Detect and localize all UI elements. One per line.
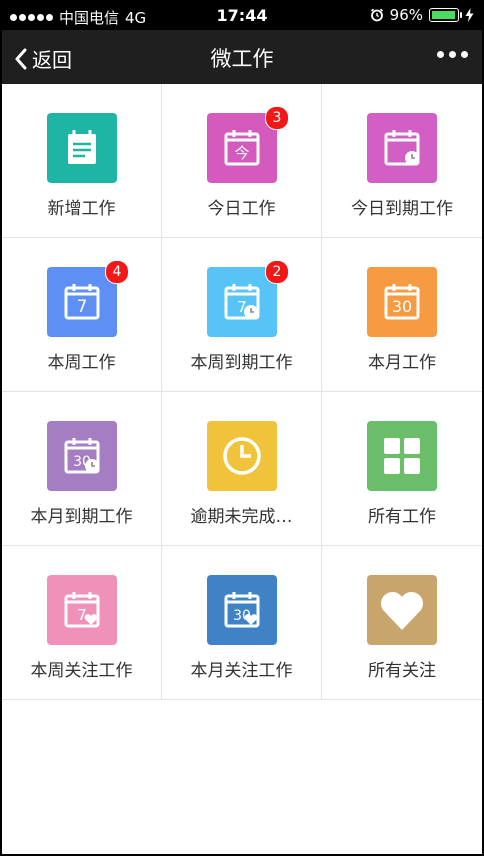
menu-item[interactable]: 30 本月关注工作: [162, 546, 322, 700]
menu-item-label: 所有关注: [368, 661, 436, 681]
notification-badge: 3: [265, 106, 289, 130]
menu-item-label: 今日工作: [207, 199, 276, 219]
notification-badge: 4: [105, 260, 129, 284]
grid-icon: [367, 421, 437, 491]
battery-icon: [429, 8, 462, 22]
menu-item-label: 新增工作: [47, 199, 116, 219]
battery-percent: 96%: [389, 6, 423, 24]
menu-grid: 新增工作今 3 今日工作 今日到期工作 7 4 本周工作 7 2 本周到期工作 30 本月工作 30 本月…: [2, 84, 482, 700]
notification-badge: 2: [265, 260, 289, 284]
menu-item-label: 本月工作: [368, 353, 436, 373]
menu-item[interactable]: 所有工作: [322, 392, 482, 546]
month-due-icon: 30: [47, 421, 117, 491]
svg-text:30: 30: [392, 297, 412, 316]
menu-item-label: 本月关注工作: [190, 661, 293, 681]
menu-item[interactable]: 30 本月工作: [322, 238, 482, 392]
page-title: 微工作: [210, 47, 274, 71]
menu-item-label: 本周到期工作: [190, 353, 293, 373]
menu-item[interactable]: 逾期未完成…: [162, 392, 322, 546]
menu-item[interactable]: 7 4 本周工作: [2, 238, 162, 392]
nav-bar: 返回 微工作: [2, 30, 482, 84]
clock-icon: [207, 421, 277, 491]
svg-text:7: 7: [77, 297, 88, 317]
alarm-icon: [370, 8, 383, 22]
menu-item[interactable]: 今 3 今日工作: [162, 84, 322, 238]
heart-icon: [367, 575, 437, 645]
svg-text:今: 今: [234, 144, 249, 162]
more-button[interactable]: [437, 51, 468, 58]
menu-item-label: 今日到期工作: [351, 199, 453, 219]
status-bar: 中国电信 4G 17:44 96%: [2, 2, 482, 30]
today-due-icon: [367, 113, 437, 183]
month-calendar-icon: 30: [367, 267, 437, 337]
menu-item-label: 本周关注工作: [30, 661, 133, 681]
menu-item[interactable]: 今日到期工作: [322, 84, 482, 238]
menu-item-label: 本周工作: [47, 353, 116, 373]
charging-icon: [465, 8, 474, 22]
menu-item[interactable]: 7 本周关注工作: [2, 546, 162, 700]
week-favorite-icon: 7: [47, 575, 117, 645]
menu-item[interactable]: 30 本月到期工作: [2, 392, 162, 546]
menu-item[interactable]: 所有关注: [322, 546, 482, 700]
menu-item[interactable]: 新增工作: [2, 84, 162, 238]
menu-item-label: 所有工作: [368, 507, 436, 527]
svg-text:7: 7: [77, 606, 87, 624]
menu-item-label: 逾期未完成…: [190, 507, 293, 527]
menu-item[interactable]: 7 2 本周到期工作: [162, 238, 322, 392]
app-screen: 中国电信 4G 17:44 96% 返回 微工作 新增工作 今 3 今日工作 今…: [2, 2, 482, 854]
new-work-icon: [47, 113, 117, 183]
menu-item-label: 本月到期工作: [30, 507, 133, 527]
status-right: 96%: [370, 6, 474, 24]
month-favorite-icon: 30: [207, 575, 277, 645]
